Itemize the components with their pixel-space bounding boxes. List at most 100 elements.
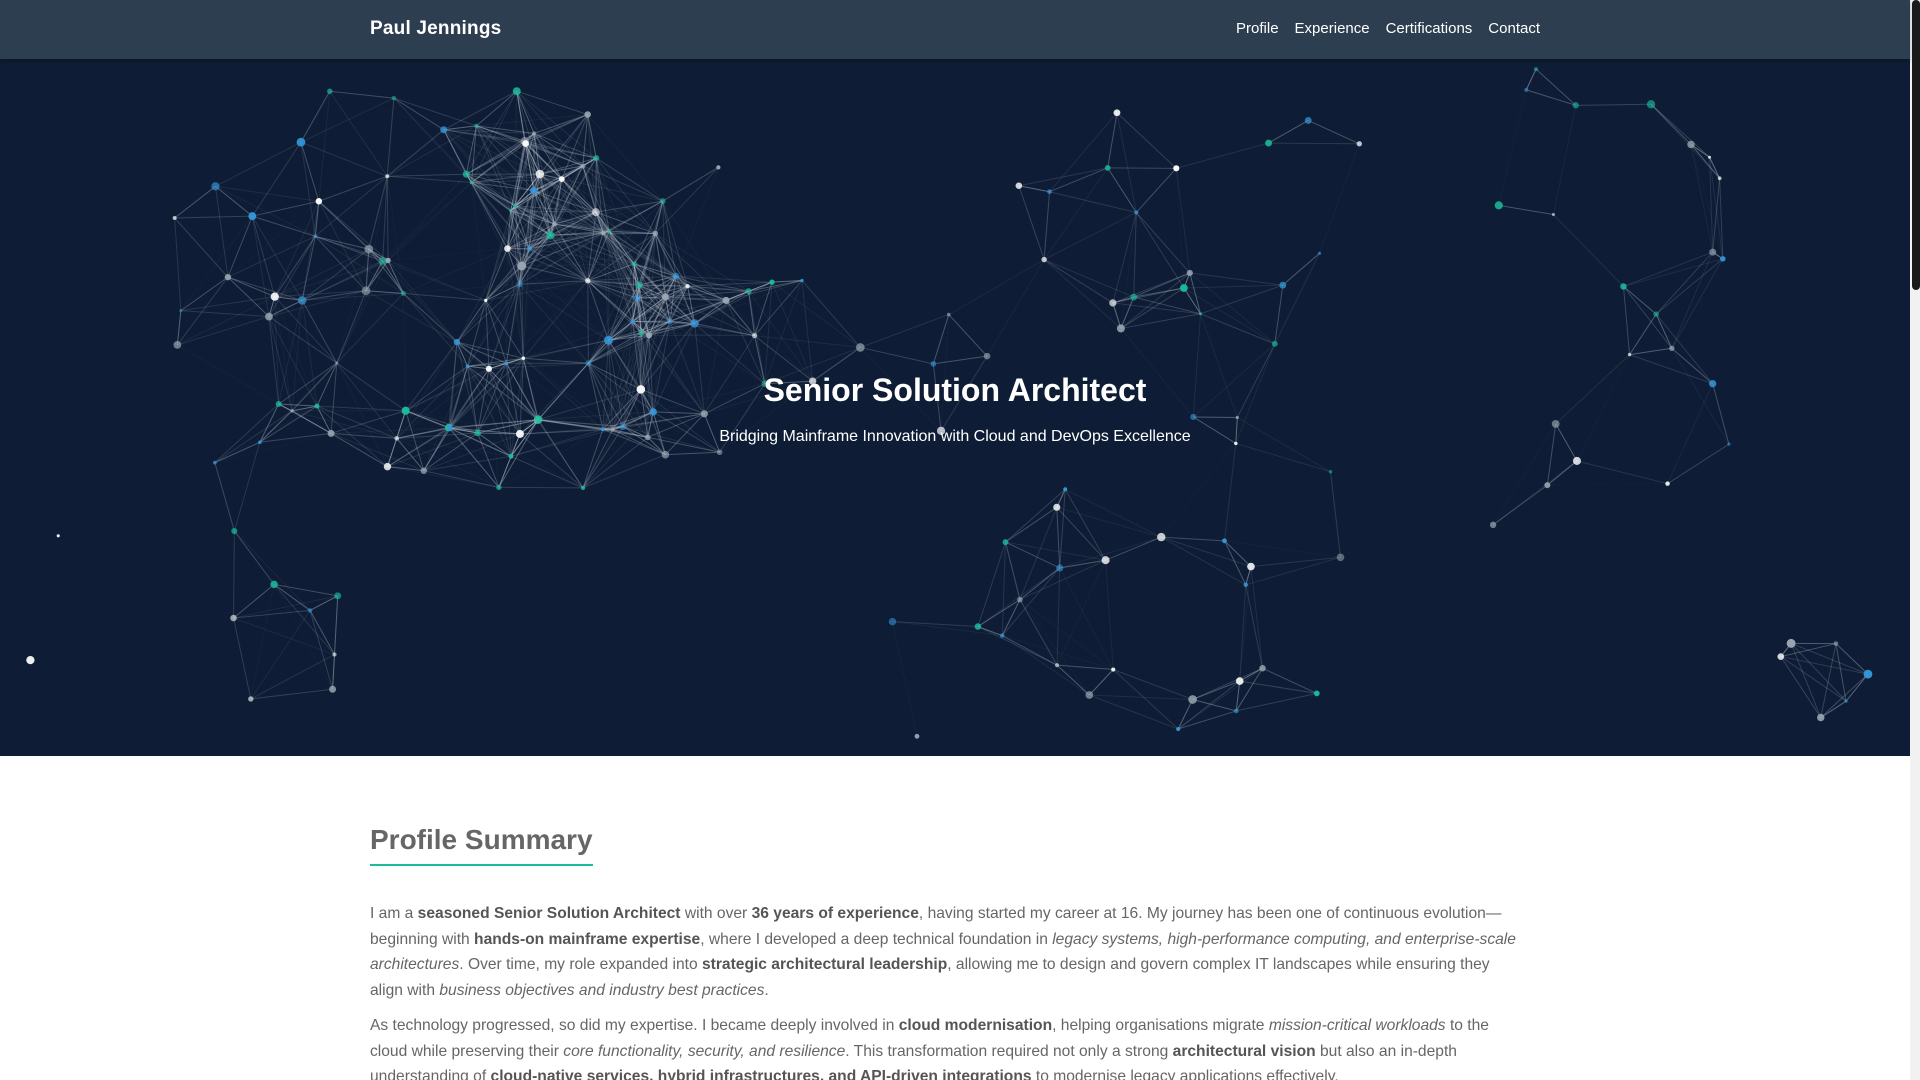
- network-link: [1005, 541, 1060, 569]
- network-link: [1268, 120, 1309, 144]
- profile-summary-title: Profile Summary: [370, 824, 593, 866]
- network-node: [383, 462, 392, 471]
- network-node: [645, 332, 653, 339]
- network-link: [227, 276, 275, 298]
- network-node: [914, 733, 920, 739]
- network-node: [667, 318, 673, 324]
- network-link: [1136, 212, 1200, 313]
- network-node: [974, 623, 982, 630]
- network-node: [983, 352, 991, 360]
- network-node: [270, 292, 279, 301]
- network-node: [1717, 176, 1722, 181]
- network-link: [1623, 286, 1657, 315]
- network-link: [388, 249, 507, 261]
- network-node: [631, 261, 637, 267]
- network-link: [1001, 567, 1061, 636]
- network-node: [1235, 415, 1239, 420]
- network-link: [1820, 643, 1837, 718]
- network-node: [659, 198, 666, 204]
- network-node: [1669, 345, 1675, 352]
- network-node: [1336, 553, 1345, 562]
- navbar: Paul Jennings Profile Experience Certifi…: [0, 0, 1910, 59]
- network-link: [1200, 284, 1283, 315]
- network-node: [1222, 538, 1227, 544]
- network-link: [318, 175, 388, 202]
- text-segment: business objectives and industry best pr…: [439, 981, 765, 999]
- network-link: [233, 595, 338, 619]
- network-link: [309, 595, 338, 611]
- network-node: [453, 338, 461, 346]
- network-node: [530, 186, 538, 195]
- network-link: [300, 97, 395, 143]
- network-node: [1665, 481, 1670, 486]
- network-link: [1780, 656, 1822, 718]
- nav-links: Profile Experience Certifications Contac…: [1236, 20, 1540, 37]
- network-link: [653, 411, 705, 415]
- network-node: [1317, 251, 1322, 255]
- scrollbar-thumb[interactable]: [1912, 0, 1920, 290]
- network-node: [1494, 201, 1503, 210]
- network-link: [1224, 540, 1247, 586]
- nav-link-contact[interactable]: Contact: [1488, 20, 1540, 37]
- network-link: [214, 186, 229, 278]
- text-segment: strategic architectural leadership: [701, 956, 948, 973]
- network-node: [722, 296, 730, 304]
- network-node: [1328, 470, 1333, 474]
- network-link: [1121, 212, 1136, 328]
- network-node: [630, 319, 635, 324]
- network-link: [1192, 667, 1263, 700]
- network-link: [215, 141, 302, 187]
- network-link: [1043, 191, 1051, 260]
- network-link: [386, 129, 445, 177]
- network-link: [467, 300, 487, 367]
- network-node: [1101, 556, 1110, 565]
- network-node: [1271, 340, 1278, 347]
- network-link: [423, 455, 512, 472]
- network-link: [1056, 507, 1061, 568]
- network-link: [595, 157, 664, 202]
- network-link: [1161, 443, 1236, 537]
- network-node: [1179, 284, 1188, 292]
- network-link: [582, 454, 666, 489]
- network-link: [1183, 287, 1276, 345]
- network-node: [496, 484, 502, 491]
- network-link: [233, 531, 235, 619]
- brand-logo[interactable]: Paul Jennings: [370, 18, 501, 40]
- network-node: [270, 580, 278, 589]
- network-link: [456, 300, 487, 343]
- network-node: [1116, 324, 1125, 333]
- network-node: [652, 230, 659, 237]
- nav-link-profile[interactable]: Profile: [1236, 20, 1279, 37]
- network-link: [314, 175, 388, 237]
- network-link: [1575, 103, 1652, 106]
- network-link: [1105, 560, 1114, 670]
- network-node: [604, 335, 613, 345]
- network-node: [522, 140, 529, 147]
- network-node: [593, 155, 600, 162]
- network-link: [393, 97, 467, 175]
- network-link: [1020, 600, 1089, 695]
- network-link: [386, 176, 389, 261]
- network-node: [513, 203, 518, 208]
- network-node: [534, 415, 543, 424]
- network-node: [391, 95, 397, 101]
- nav-link-experience[interactable]: Experience: [1295, 20, 1370, 37]
- network-node: [1041, 256, 1047, 263]
- network-node: [1235, 677, 1244, 685]
- network-node: [1176, 726, 1181, 732]
- network-node: [1054, 663, 1060, 668]
- network-link: [274, 248, 370, 298]
- network-node: [1551, 420, 1560, 428]
- hero-section: Senior Solution Architect Bridging Mainf…: [0, 59, 1910, 756]
- network-link: [309, 610, 335, 655]
- network-node: [745, 288, 752, 295]
- network-node: [173, 341, 182, 349]
- network-link: [748, 291, 766, 384]
- network-link: [1043, 211, 1137, 261]
- network-link: [1236, 692, 1317, 712]
- network-link: [1005, 488, 1066, 543]
- network-node: [1533, 67, 1539, 72]
- nav-link-certifications[interactable]: Certifications: [1386, 20, 1473, 37]
- network-link: [1691, 144, 1723, 258]
- network-node: [685, 283, 690, 289]
